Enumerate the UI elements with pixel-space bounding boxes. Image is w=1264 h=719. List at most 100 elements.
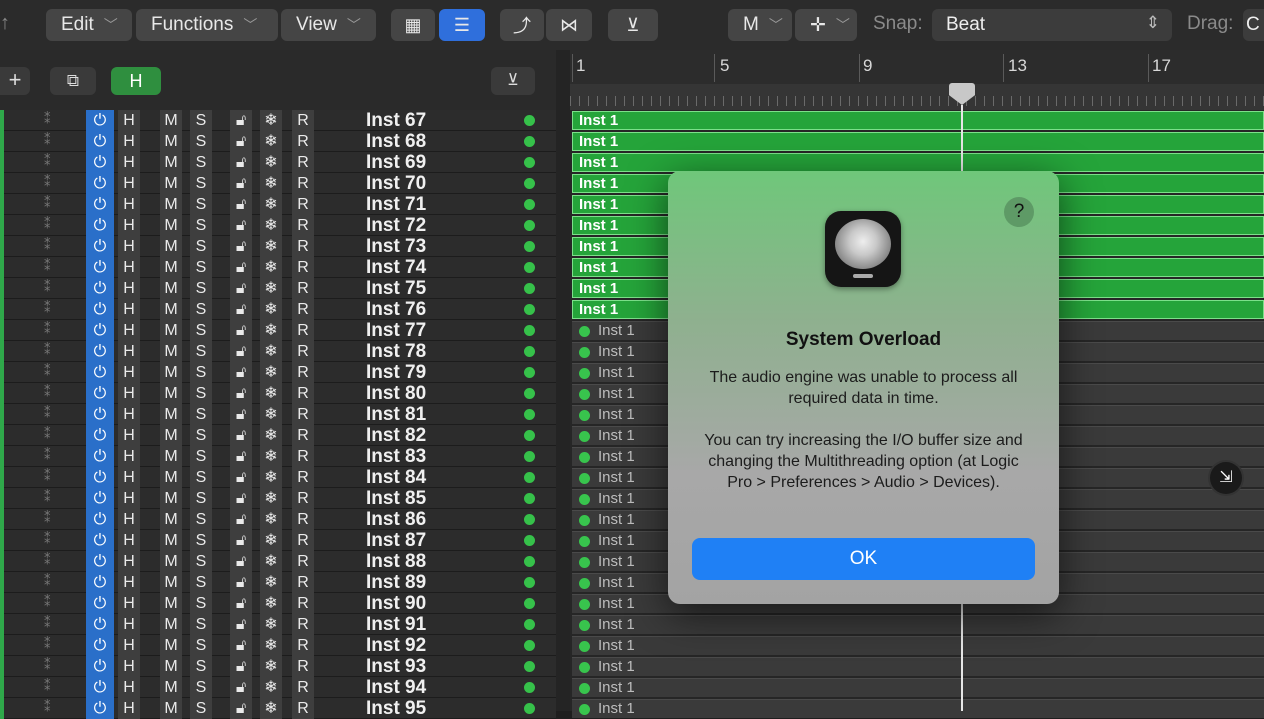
power-button[interactable]: ⏻: [86, 257, 114, 278]
lock-button[interactable]: 🔓︎: [230, 488, 252, 509]
freeze-button[interactable]: ❄: [260, 194, 282, 215]
lock-button[interactable]: 🔓︎: [230, 593, 252, 614]
solo-button[interactable]: S: [190, 572, 212, 593]
drag-handle-icon[interactable]: ⁑: [44, 594, 51, 610]
power-button[interactable]: ⏻: [86, 383, 114, 404]
solo-button[interactable]: S: [190, 278, 212, 299]
solo-button[interactable]: S: [190, 320, 212, 341]
mute-button[interactable]: M: [160, 425, 182, 446]
mute-button[interactable]: M: [160, 173, 182, 194]
power-button[interactable]: ⏻: [86, 656, 114, 677]
hide-button[interactable]: H: [118, 698, 140, 719]
hide-button[interactable]: H: [118, 194, 140, 215]
lock-button[interactable]: 🔓︎: [230, 236, 252, 257]
track-row[interactable]: ⁑ ⏻ H M S 🔓︎ ❄ R Inst 70: [0, 173, 556, 194]
record-enable-button[interactable]: R: [292, 677, 314, 698]
freeze-button[interactable]: ❄: [260, 677, 282, 698]
power-button[interactable]: ⏻: [86, 236, 114, 257]
lock-button[interactable]: 🔓︎: [230, 110, 252, 131]
mute-button[interactable]: M: [160, 593, 182, 614]
power-button[interactable]: ⏻: [86, 320, 114, 341]
hide-button[interactable]: H: [118, 593, 140, 614]
mute-button[interactable]: M: [160, 677, 182, 698]
freeze-button[interactable]: ❄: [260, 383, 282, 404]
power-button[interactable]: ⏻: [86, 362, 114, 383]
solo-button[interactable]: S: [190, 467, 212, 488]
track-row[interactable]: ⁑ ⏻ H M S 🔓︎ ❄ R Inst 81: [0, 404, 556, 425]
record-enable-button[interactable]: R: [292, 635, 314, 656]
hide-button[interactable]: H: [118, 299, 140, 320]
power-button[interactable]: ⏻: [86, 173, 114, 194]
track-row[interactable]: ⁑ ⏻ H M S 🔓︎ ❄ R Inst 67: [0, 110, 556, 131]
record-enable-button[interactable]: R: [292, 173, 314, 194]
midi-region[interactable]: Inst 1: [572, 111, 1264, 130]
drag-handle-icon[interactable]: ⁑: [44, 552, 51, 568]
mute-button[interactable]: M: [160, 656, 182, 677]
mode-menu[interactable]: M ﹀: [728, 9, 792, 41]
track-row[interactable]: ⁑ ⏻ H M S 🔓︎ ❄ R Inst 74: [0, 257, 556, 278]
power-button[interactable]: ⏻: [86, 278, 114, 299]
power-button[interactable]: ⏻: [86, 404, 114, 425]
lock-button[interactable]: 🔓︎: [230, 341, 252, 362]
drag-handle-icon[interactable]: ⁑: [44, 321, 51, 337]
record-enable-button[interactable]: R: [292, 530, 314, 551]
drag-handle-icon[interactable]: ⁑: [44, 405, 51, 421]
grid-view-button[interactable]: ▦: [391, 9, 435, 41]
track-row[interactable]: ⁑ ⏻ H M S 🔓︎ ❄ R Inst 85: [0, 488, 556, 509]
hide-button[interactable]: H: [118, 488, 140, 509]
lock-button[interactable]: 🔓︎: [230, 215, 252, 236]
mute-button[interactable]: M: [160, 110, 182, 131]
record-enable-button[interactable]: R: [292, 152, 314, 173]
lock-button[interactable]: 🔓︎: [230, 425, 252, 446]
solo-button[interactable]: S: [190, 362, 212, 383]
power-button[interactable]: ⏻: [86, 446, 114, 467]
track-row[interactable]: ⁑ ⏻ H M S 🔓︎ ❄ R Inst 79: [0, 362, 556, 383]
mute-button[interactable]: M: [160, 320, 182, 341]
hide-tracks-button[interactable]: H: [111, 67, 161, 95]
mute-button[interactable]: M: [160, 467, 182, 488]
help-button[interactable]: ?: [1004, 197, 1034, 227]
midi-region[interactable]: Inst 1: [572, 615, 1264, 634]
hide-button[interactable]: H: [118, 257, 140, 278]
solo-button[interactable]: S: [190, 698, 212, 719]
lock-button[interactable]: 🔓︎: [230, 635, 252, 656]
solo-button[interactable]: S: [190, 299, 212, 320]
mute-button[interactable]: M: [160, 614, 182, 635]
view-menu[interactable]: View ﹀: [281, 9, 376, 41]
record-enable-button[interactable]: R: [292, 362, 314, 383]
drag-handle-icon[interactable]: ⁑: [44, 237, 51, 253]
solo-button[interactable]: S: [190, 635, 212, 656]
flex-button[interactable]: ⋈: [546, 9, 592, 41]
solo-button[interactable]: S: [190, 383, 212, 404]
track-row[interactable]: ⁑ ⏻ H M S 🔓︎ ❄ R Inst 77: [0, 320, 556, 341]
mute-button[interactable]: M: [160, 698, 182, 719]
record-enable-button[interactable]: R: [292, 698, 314, 719]
solo-button[interactable]: S: [190, 341, 212, 362]
solo-button[interactable]: S: [190, 152, 212, 173]
lock-button[interactable]: 🔓︎: [230, 152, 252, 173]
hide-button[interactable]: H: [118, 278, 140, 299]
freeze-button[interactable]: ❄: [260, 572, 282, 593]
freeze-button[interactable]: ❄: [260, 341, 282, 362]
record-enable-button[interactable]: R: [292, 656, 314, 677]
freeze-button[interactable]: ❄: [260, 509, 282, 530]
catch-button[interactable]: ⊻: [608, 9, 658, 41]
lock-button[interactable]: 🔓︎: [230, 257, 252, 278]
solo-button[interactable]: S: [190, 656, 212, 677]
track-row[interactable]: ⁑ ⏻ H M S 🔓︎ ❄ R Inst 93: [0, 656, 556, 677]
drag-handle-icon[interactable]: ⁑: [44, 426, 51, 442]
drag-handle-icon[interactable]: ⁑: [44, 216, 51, 232]
track-row[interactable]: ⁑ ⏻ H M S 🔓︎ ❄ R Inst 94: [0, 677, 556, 698]
lock-button[interactable]: 🔓︎: [230, 320, 252, 341]
lock-button[interactable]: 🔓︎: [230, 551, 252, 572]
mute-button[interactable]: M: [160, 551, 182, 572]
drag-select[interactable]: C: [1243, 9, 1264, 41]
freeze-button[interactable]: ❄: [260, 446, 282, 467]
solo-button[interactable]: S: [190, 446, 212, 467]
functions-menu[interactable]: Functions ﹀: [136, 9, 278, 41]
track-row[interactable]: ⁑ ⏻ H M S 🔓︎ ❄ R Inst 68: [0, 131, 556, 152]
lock-button[interactable]: 🔓︎: [230, 509, 252, 530]
mute-button[interactable]: M: [160, 488, 182, 509]
lock-button[interactable]: 🔓︎: [230, 278, 252, 299]
record-enable-button[interactable]: R: [292, 341, 314, 362]
